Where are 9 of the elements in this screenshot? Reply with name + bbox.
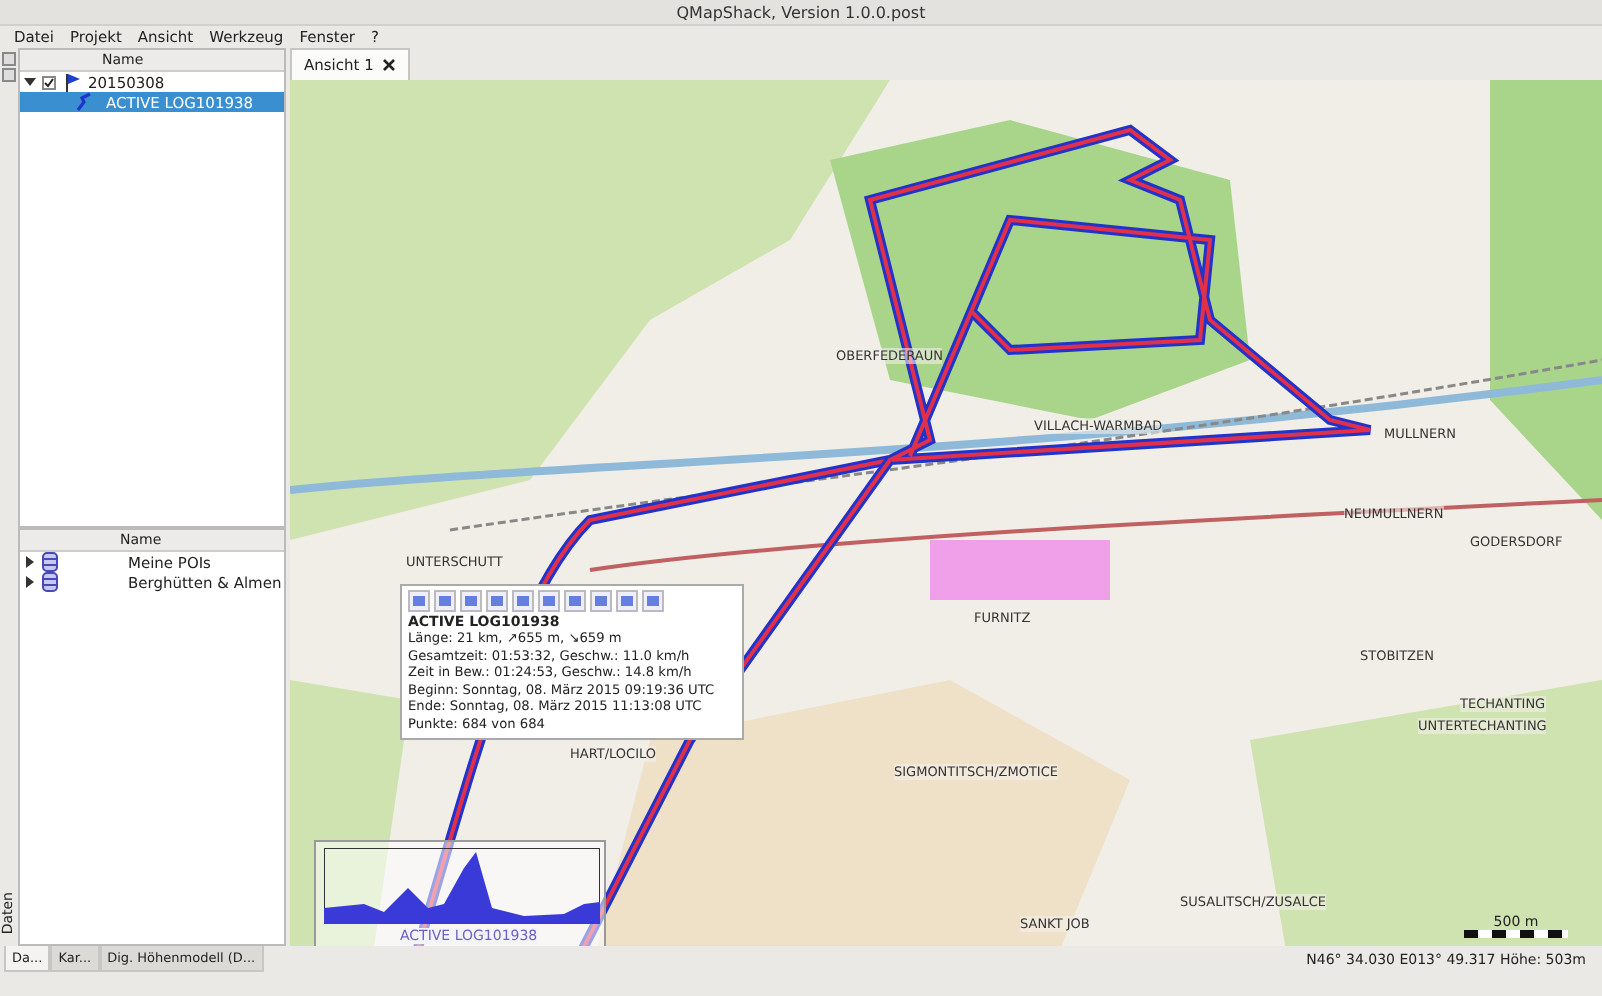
- flag-icon: [62, 72, 82, 92]
- checkbox[interactable]: [42, 75, 56, 89]
- expand-caret[interactable]: [24, 556, 36, 568]
- scale-bar: [1464, 930, 1568, 938]
- window-title: QMapShack, Version 1.0.0.post: [676, 3, 926, 21]
- expand-caret[interactable]: [24, 576, 36, 588]
- expand-caret[interactable]: [24, 76, 36, 88]
- map-view[interactable]: [290, 80, 1602, 947]
- track-icon: [76, 92, 92, 112]
